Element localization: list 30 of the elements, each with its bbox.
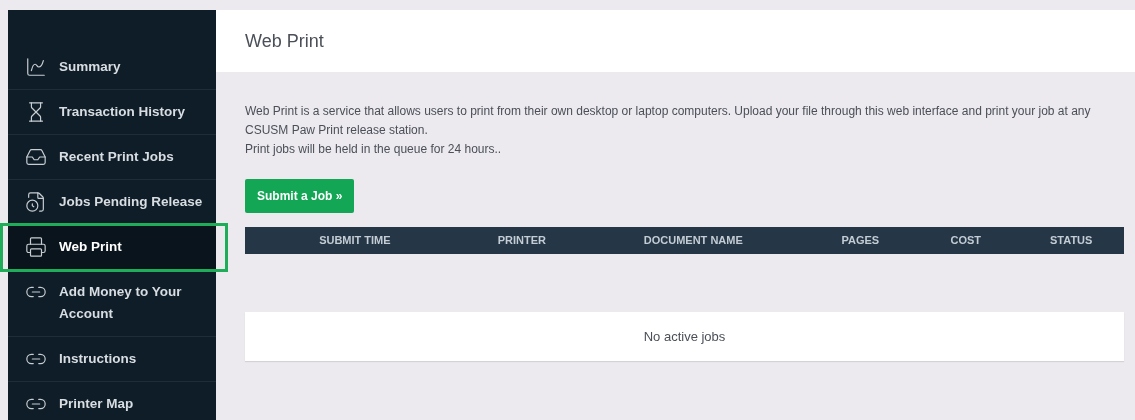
sidebar-label: Transaction History [59,103,186,121]
sidebar-item[interactable]: Printer Map [8,382,216,420]
sidebar-item[interactable]: Recent Print Jobs [8,135,216,180]
empty-message: No active jobs [643,327,726,346]
column-header: COST [950,233,982,249]
column-header: STATUS [1050,233,1093,249]
sidebar-item[interactable]: Summary [8,45,216,90]
column-header: SUBMIT TIME [319,233,391,249]
column-header: PRINTER [497,233,546,249]
sidebar-label: Summary [59,58,121,76]
sidebar-label: Recent Print Jobs [59,148,174,166]
sidebar-label: Printer Map [59,395,134,413]
line-chart-icon [25,56,47,78]
sidebar-item[interactable]: Web Print [8,225,216,270]
sidebar-label: Add Money to Your Account [59,283,183,323]
description-text: Print jobs will be held in the queue for 24 hours.. [245,141,503,158]
sidebar-item[interactable]: Instructions [8,337,216,382]
column-header: DOCUMENT NAME [643,233,743,249]
sidebar-item[interactable]: Transaction History [8,90,216,135]
sidebar-label: Web Print [59,238,122,256]
sidebar-item[interactable]: Add Money to Your Account [8,270,216,337]
document-clock-icon [25,191,47,213]
sidebar-label: Instructions [59,350,137,368]
column-header: PAGES [841,233,880,249]
inbox-tray-icon [25,146,47,168]
sidebar-item[interactable]: Jobs Pending Release [8,180,216,225]
description-text: Web Print is a service that allows users to print from their own desktop or laptop computers. Upload your file through this web interface and print your job at any CSUSM Paw Print release station. [245,103,1092,139]
page-title: Web Print [245,29,324,53]
sidebar-label: Jobs Pending Release [59,193,203,211]
printer-icon [25,236,47,258]
